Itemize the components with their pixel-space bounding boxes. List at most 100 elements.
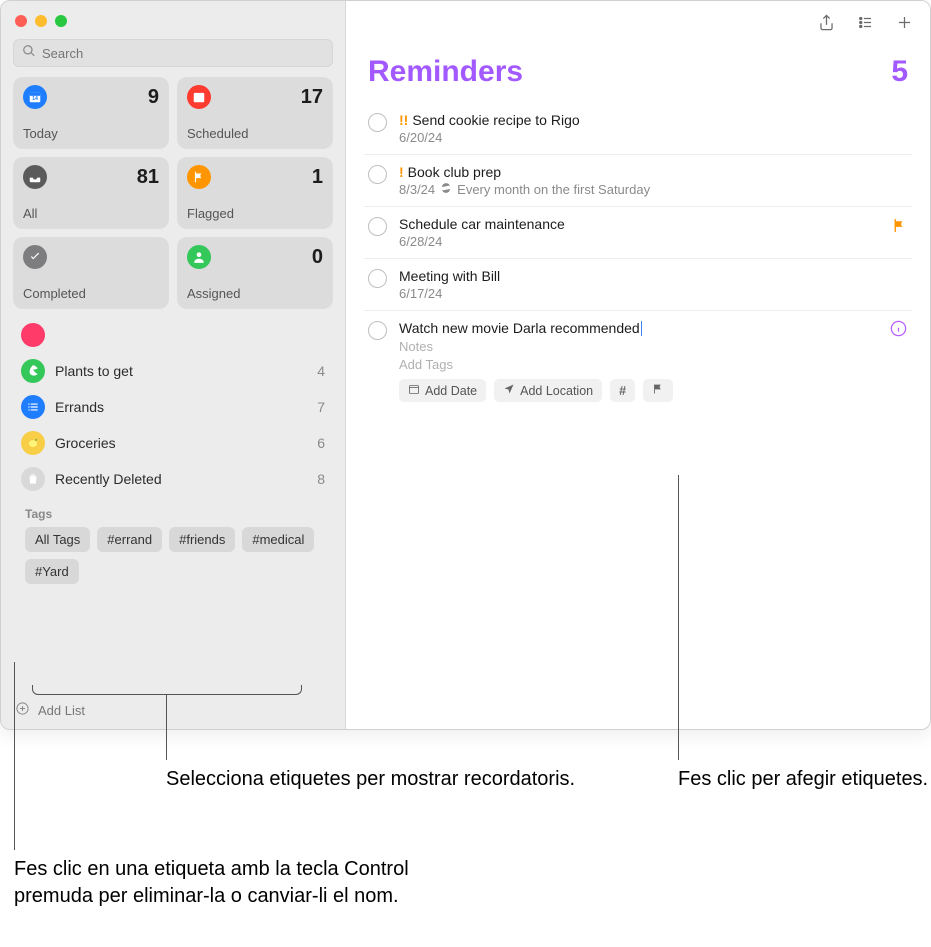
sidebar: 14 9 Today 17 Scheduled 81 All — [1, 1, 346, 729]
flag-icon — [652, 383, 664, 398]
reminder-item[interactable]: Meeting with Bill 6/17/24 — [364, 259, 912, 311]
reminder-date: 8/3/24 — [399, 182, 435, 197]
add-flag-button[interactable] — [643, 379, 673, 402]
callout-add-tags: Fes clic per afegir etiquetes. — [678, 766, 928, 793]
window-controls — [1, 1, 345, 33]
priority-indicator: ! — [399, 164, 404, 180]
add-tag-button[interactable]: # — [610, 379, 635, 402]
reminder-title: Send cookie recipe to Rigo — [412, 112, 579, 128]
add-location-label: Add Location — [520, 384, 593, 398]
close-window-button[interactable] — [15, 15, 27, 27]
share-icon[interactable] — [817, 13, 836, 37]
search-icon — [22, 44, 36, 63]
list-count: 4 — [317, 363, 325, 379]
list-item[interactable]: Recently Deleted 8 — [13, 461, 333, 497]
tag-chip-all[interactable]: All Tags — [25, 527, 90, 552]
callout-select-tags: Selecciona etiquetes per mostrar recorda… — [166, 766, 575, 793]
list-total-count: 5 — [891, 55, 908, 89]
tag-chip[interactable]: #friends — [169, 527, 235, 552]
list-title: Reminders — [368, 55, 523, 89]
tag-chip[interactable]: #errand — [97, 527, 162, 552]
search-input[interactable] — [42, 46, 324, 61]
smart-list-scheduled[interactable]: 17 Scheduled — [177, 77, 333, 149]
callout-control-click: Fes clic en una etiqueta amb la tecla Co… — [14, 856, 454, 910]
list-icon — [21, 395, 45, 419]
reminder-item[interactable]: Schedule car maintenance 6/28/24 — [364, 207, 912, 259]
smart-label: Assigned — [187, 286, 323, 301]
complete-checkbox[interactable] — [368, 165, 387, 184]
complete-checkbox[interactable] — [368, 113, 387, 132]
notes-placeholder[interactable]: Notes — [399, 339, 908, 354]
smart-count: 0 — [312, 246, 323, 269]
info-icon[interactable] — [889, 319, 908, 338]
smart-label: Scheduled — [187, 126, 323, 141]
tags-placeholder[interactable]: Add Tags — [399, 357, 908, 372]
reminder-title: Book club prep — [408, 164, 501, 180]
search-field[interactable] — [13, 39, 333, 67]
tag-chip[interactable]: #medical — [242, 527, 314, 552]
reminder-item[interactable]: !!Send cookie recipe to Rigo 6/20/24 — [364, 103, 912, 155]
list-item[interactable]: Groceries 6 — [13, 425, 333, 461]
reminder-date: 6/17/24 — [399, 286, 908, 301]
list-item[interactable]: Plants to get 4 — [13, 353, 333, 389]
add-date-label: Add Date — [425, 384, 477, 398]
reminder-title[interactable]: Watch new movie Darla recommended — [399, 320, 640, 336]
lists: Plants to get 4 Errands 7 Groceries 6 Re… — [1, 319, 345, 691]
smart-label: Today — [23, 126, 159, 141]
toolbar — [346, 1, 930, 49]
list-count: 6 — [317, 435, 325, 451]
tag-chip[interactable]: #Yard — [25, 559, 79, 584]
smart-count: 9 — [148, 86, 159, 109]
inbox-icon — [23, 165, 47, 189]
trash-icon — [21, 467, 45, 491]
add-list-label: Add List — [38, 703, 85, 718]
list-name: Recently Deleted — [55, 471, 307, 487]
person-icon — [187, 245, 211, 269]
repeat-text: Every month on the first Saturday — [457, 182, 650, 197]
reminder-date: 6/28/24 — [399, 234, 908, 249]
smart-label: Flagged — [187, 206, 323, 221]
main-panel: Reminders 5 !!Send cookie recipe to Rigo… — [346, 1, 930, 729]
smart-list-today[interactable]: 14 9 Today — [13, 77, 169, 149]
reminder-date: 6/20/24 — [399, 130, 908, 145]
add-list-button[interactable]: Add List — [1, 691, 345, 729]
smart-list-completed[interactable]: Completed — [13, 237, 169, 309]
reminder-item[interactable]: !Book club prep 8/3/24 Every month on th… — [364, 155, 912, 207]
fullscreen-window-button[interactable] — [55, 15, 67, 27]
location-icon — [503, 383, 515, 398]
smart-count: 1 — [312, 166, 323, 189]
checkmark-icon — [23, 245, 47, 269]
plus-circle-icon — [15, 701, 30, 719]
list-item-cut[interactable] — [13, 323, 333, 353]
flag-icon — [891, 217, 908, 234]
view-options-icon[interactable] — [856, 13, 875, 37]
list-count: 8 — [317, 471, 325, 487]
smart-label: Completed — [23, 286, 159, 301]
calendar-icon — [408, 383, 420, 398]
flag-icon — [187, 165, 211, 189]
calendar-icon — [187, 85, 211, 109]
text-cursor — [641, 321, 642, 336]
complete-checkbox[interactable] — [368, 321, 387, 340]
complete-checkbox[interactable] — [368, 269, 387, 288]
smart-count: 17 — [301, 86, 323, 109]
complete-checkbox[interactable] — [368, 217, 387, 236]
list-name: Errands — [55, 399, 307, 415]
smart-list-all[interactable]: 81 All — [13, 157, 169, 229]
tags-section: Tags All Tags #errand #friends #medical … — [13, 497, 333, 588]
add-reminder-icon[interactable] — [895, 13, 914, 37]
minimize-window-button[interactable] — [35, 15, 47, 27]
reminder-item-editing[interactable]: Watch new movie Darla recommended Notes … — [364, 311, 912, 411]
smart-label: All — [23, 206, 159, 221]
smart-list-flagged[interactable]: 1 Flagged — [177, 157, 333, 229]
lemon-icon — [21, 431, 45, 455]
add-date-button[interactable]: Add Date — [399, 379, 486, 402]
smart-list-assigned[interactable]: 0 Assigned — [177, 237, 333, 309]
svg-text:14: 14 — [32, 96, 38, 102]
reminder-title: Meeting with Bill — [399, 268, 500, 284]
list-header: Reminders 5 — [346, 49, 930, 103]
add-location-button[interactable]: Add Location — [494, 379, 602, 402]
calendar-icon: 14 — [23, 85, 47, 109]
list-item[interactable]: Errands 7 — [13, 389, 333, 425]
smart-count: 81 — [137, 166, 159, 189]
